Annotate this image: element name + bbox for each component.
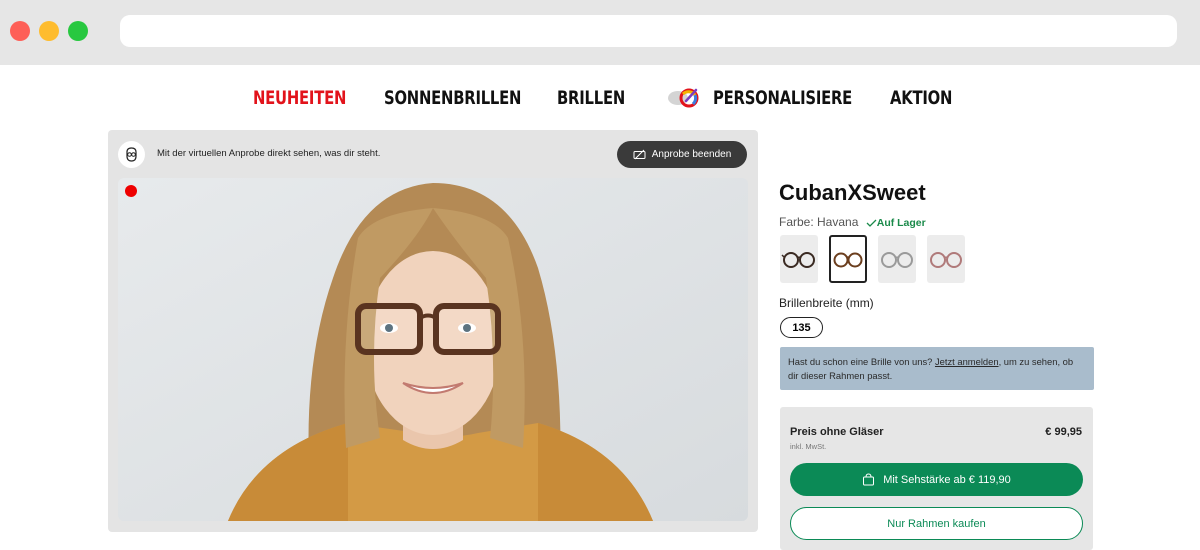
face-scan-icon bbox=[118, 141, 145, 168]
stock-status: Auf Lager bbox=[866, 217, 926, 229]
price-value: € 99,95 bbox=[1045, 426, 1082, 438]
personalize-icon bbox=[668, 88, 699, 108]
check-icon bbox=[866, 219, 877, 228]
glasses-thumbnail bbox=[781, 252, 815, 268]
main-nav: NEUHEITEN SONNENBRILLEN BRILLEN PERSONAL… bbox=[0, 65, 1200, 130]
window-maximize-button[interactable] bbox=[68, 21, 88, 41]
tryon-hint-text: Mit der virtuellen Anprobe direkt sehen,… bbox=[157, 148, 381, 159]
buy-with-prescription-button[interactable]: Mit Sehstärke ab € 119,90 bbox=[790, 463, 1083, 496]
buy-button-label: Mit Sehstärke ab € 119,90 bbox=[883, 473, 1011, 486]
window-minimize-button[interactable] bbox=[39, 21, 59, 41]
glasses-thumbnail bbox=[930, 252, 962, 268]
vat-note: inkl. MwSt. bbox=[790, 442, 827, 451]
browser-chrome bbox=[0, 0, 1200, 65]
camera-video-feed bbox=[118, 178, 748, 521]
window-close-button[interactable] bbox=[10, 21, 30, 41]
glasses-thumbnail bbox=[833, 252, 863, 268]
product-title: CubanXSweet bbox=[779, 180, 926, 205]
shopping-bag-icon bbox=[863, 473, 875, 486]
frame-width-label: Brillenbreite (mm) bbox=[779, 296, 874, 310]
camera-off-icon bbox=[633, 149, 646, 160]
nav-item-personalisiere[interactable]: PERSONALISIERE bbox=[713, 87, 852, 109]
glasses-thumbnail bbox=[881, 252, 913, 268]
frame-width-option[interactable]: 135 bbox=[780, 317, 823, 338]
color-swatch-4[interactable] bbox=[927, 235, 965, 283]
nav-item-brillen[interactable]: BRILLEN bbox=[557, 87, 625, 109]
nav-item-neuheiten[interactable]: NEUHEITEN bbox=[253, 87, 346, 109]
virtual-tryon-panel: Mit der virtuellen Anprobe direkt sehen,… bbox=[108, 130, 758, 532]
recording-indicator bbox=[125, 185, 137, 197]
nav-item-aktion[interactable]: AKTION bbox=[890, 87, 952, 109]
color-swatch-2-selected[interactable] bbox=[829, 235, 867, 283]
end-tryon-label: Anprobe beenden bbox=[651, 149, 732, 160]
person-wearing-glasses-image bbox=[118, 178, 748, 521]
address-bar[interactable] bbox=[120, 15, 1177, 47]
stock-label: Auf Lager bbox=[876, 217, 926, 229]
login-hint-box: Hast du schon eine Brille von uns? Jetzt… bbox=[780, 347, 1094, 390]
buy-frame-only-button[interactable]: Nur Rahmen kaufen bbox=[790, 507, 1083, 540]
color-swatch-3[interactable] bbox=[878, 235, 916, 283]
price-box: Preis ohne Gläser € 99,95 inkl. MwSt. Mi… bbox=[780, 407, 1093, 550]
login-link[interactable]: Jetzt anmelden bbox=[935, 356, 999, 367]
color-label: Farbe: Havana bbox=[779, 215, 859, 229]
price-label: Preis ohne Gläser bbox=[790, 426, 884, 438]
product-color: Farbe: Havana Auf Lager bbox=[779, 215, 926, 229]
login-hint-text: Hast du schon eine Brille von uns? bbox=[788, 356, 935, 367]
nav-item-sonnenbrillen[interactable]: SONNENBRILLEN bbox=[384, 87, 521, 109]
color-swatch-1[interactable] bbox=[780, 235, 818, 283]
end-tryon-button[interactable]: Anprobe beenden bbox=[617, 141, 747, 168]
